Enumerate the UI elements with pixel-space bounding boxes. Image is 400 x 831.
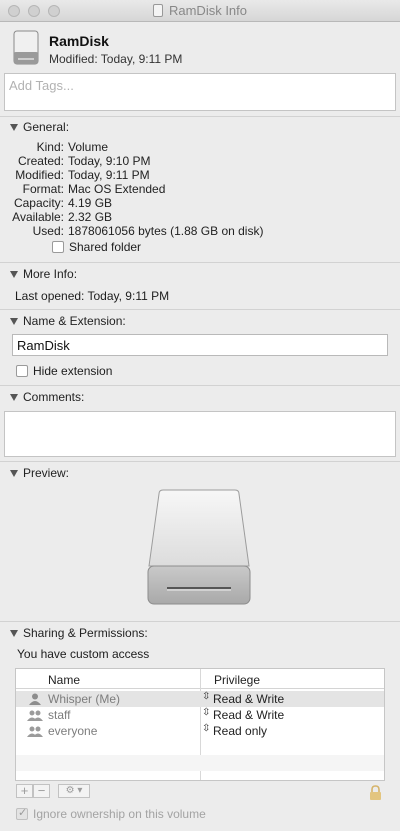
disclosure-triangle-icon — [10, 318, 18, 325]
info-value: Volume — [68, 140, 109, 154]
group-icon — [27, 710, 43, 721]
divider — [0, 621, 400, 622]
table-row[interactable]: Whisper (Me) ⇳ Read & Write — [16, 691, 384, 707]
chevron-updown-icon[interactable]: ⇳ — [202, 707, 210, 718]
info-value: Mac OS Extended — [68, 182, 166, 196]
info-row-capacity: Capacity: 4.19 GB — [0, 196, 400, 210]
section-preview[interactable]: Preview: — [10, 466, 69, 480]
divider — [0, 385, 400, 386]
info-label: Created: — [17, 154, 64, 168]
divider — [0, 461, 400, 462]
info-label: Kind: — [36, 140, 64, 154]
section-general[interactable]: General: — [10, 120, 69, 134]
info-value: 2.32 GB — [68, 210, 113, 224]
divider — [0, 309, 400, 310]
checkbox-box[interactable] — [52, 241, 64, 253]
info-label: Available: — [12, 210, 64, 224]
group-name: everyone — [48, 724, 98, 738]
name-field[interactable] — [12, 334, 388, 356]
item-name: RamDisk — [49, 33, 109, 49]
info-value: Today, 9:10 PM — [68, 154, 151, 168]
access-status: You have custom access — [17, 647, 150, 661]
hide-extension-checkbox[interactable]: Hide extension — [16, 364, 112, 378]
column-header-privilege[interactable]: Privilege — [214, 673, 260, 687]
disclosure-triangle-icon — [10, 124, 18, 131]
privilege-popup[interactable]: Read & Write — [213, 708, 284, 722]
privilege-popup[interactable]: Read only — [213, 724, 267, 738]
info-row-used: Used: 1878061056 bytes (1.88 GB on disk) — [0, 224, 400, 238]
gear-menu-button[interactable]: ⚙ ▾ — [58, 784, 90, 798]
disclosure-triangle-icon — [10, 394, 18, 401]
section-more-info[interactable]: More Info: — [10, 267, 77, 281]
permissions-table: Name Privilege Whisper (Me) ⇳ Read & Wri… — [15, 668, 385, 781]
info-label: Used: — [32, 224, 64, 238]
info-row-available: Available: 2.32 GB — [0, 210, 400, 224]
info-value: Today, 9:11 PM — [68, 168, 150, 182]
volume-preview-icon — [147, 489, 251, 605]
section-comments[interactable]: Comments: — [10, 390, 84, 404]
name-input[interactable] — [13, 335, 387, 355]
info-label: Modified: — [15, 168, 64, 182]
info-row-created: Created: Today, 9:10 PM — [0, 154, 400, 168]
checkbox-box[interactable] — [16, 806, 28, 820]
disclosure-triangle-icon — [10, 271, 18, 278]
checkbox-box[interactable] — [16, 365, 28, 377]
info-row-format: Format: Mac OS Extended — [0, 182, 400, 196]
column-header-name[interactable]: Name — [48, 673, 80, 687]
window-title: RamDisk Info — [0, 3, 400, 18]
table-row[interactable]: staff ⇳ Read & Write — [16, 707, 384, 723]
modified-summary: Modified: Today, 9:11 PM — [49, 52, 183, 66]
info-value: 1878061056 bytes (1.88 GB on disk) — [68, 224, 264, 238]
disclosure-triangle-icon — [10, 470, 18, 477]
group-name: staff — [48, 708, 71, 722]
info-label: Format: — [22, 182, 64, 196]
comments-textarea[interactable] — [4, 411, 396, 457]
chevron-updown-icon[interactable]: ⇳ — [202, 723, 210, 734]
disk-icon — [152, 4, 163, 17]
lock-icon[interactable] — [369, 785, 382, 800]
ignore-ownership-checkbox[interactable]: Ignore ownership on this volume — [16, 806, 206, 821]
tags-input[interactable] — [5, 74, 395, 96]
user-icon — [29, 693, 41, 705]
empty-row — [16, 755, 384, 771]
table-row[interactable]: everyone ⇳ Read only — [16, 723, 384, 739]
info-value: 4.19 GB — [68, 196, 113, 210]
add-user-button[interactable]: + — [16, 784, 33, 798]
user-name: Whisper (Me) — [48, 692, 121, 706]
title-bar: RamDisk Info — [0, 0, 400, 22]
divider — [0, 262, 400, 263]
info-row-modified: Modified: Today, 9:11 PM — [0, 168, 400, 182]
tags-field[interactable] — [4, 73, 396, 111]
divider — [0, 116, 400, 117]
section-sharing-permissions[interactable]: Sharing & Permissions: — [10, 626, 148, 640]
remove-user-button[interactable]: − — [33, 784, 50, 798]
last-opened: Last opened: Today, 9:11 PM — [15, 289, 170, 303]
chevron-updown-icon[interactable]: ⇳ — [202, 691, 210, 702]
section-name-extension[interactable]: Name & Extension: — [10, 314, 126, 328]
disclosure-triangle-icon — [10, 630, 18, 637]
info-label: Capacity: — [13, 196, 64, 210]
privilege-popup[interactable]: Read & Write — [213, 692, 284, 706]
group-icon — [27, 726, 43, 737]
volume-icon — [13, 30, 39, 65]
shared-folder-checkbox[interactable]: Shared folder — [52, 240, 141, 254]
info-row-kind: Kind: Volume — [0, 140, 400, 154]
